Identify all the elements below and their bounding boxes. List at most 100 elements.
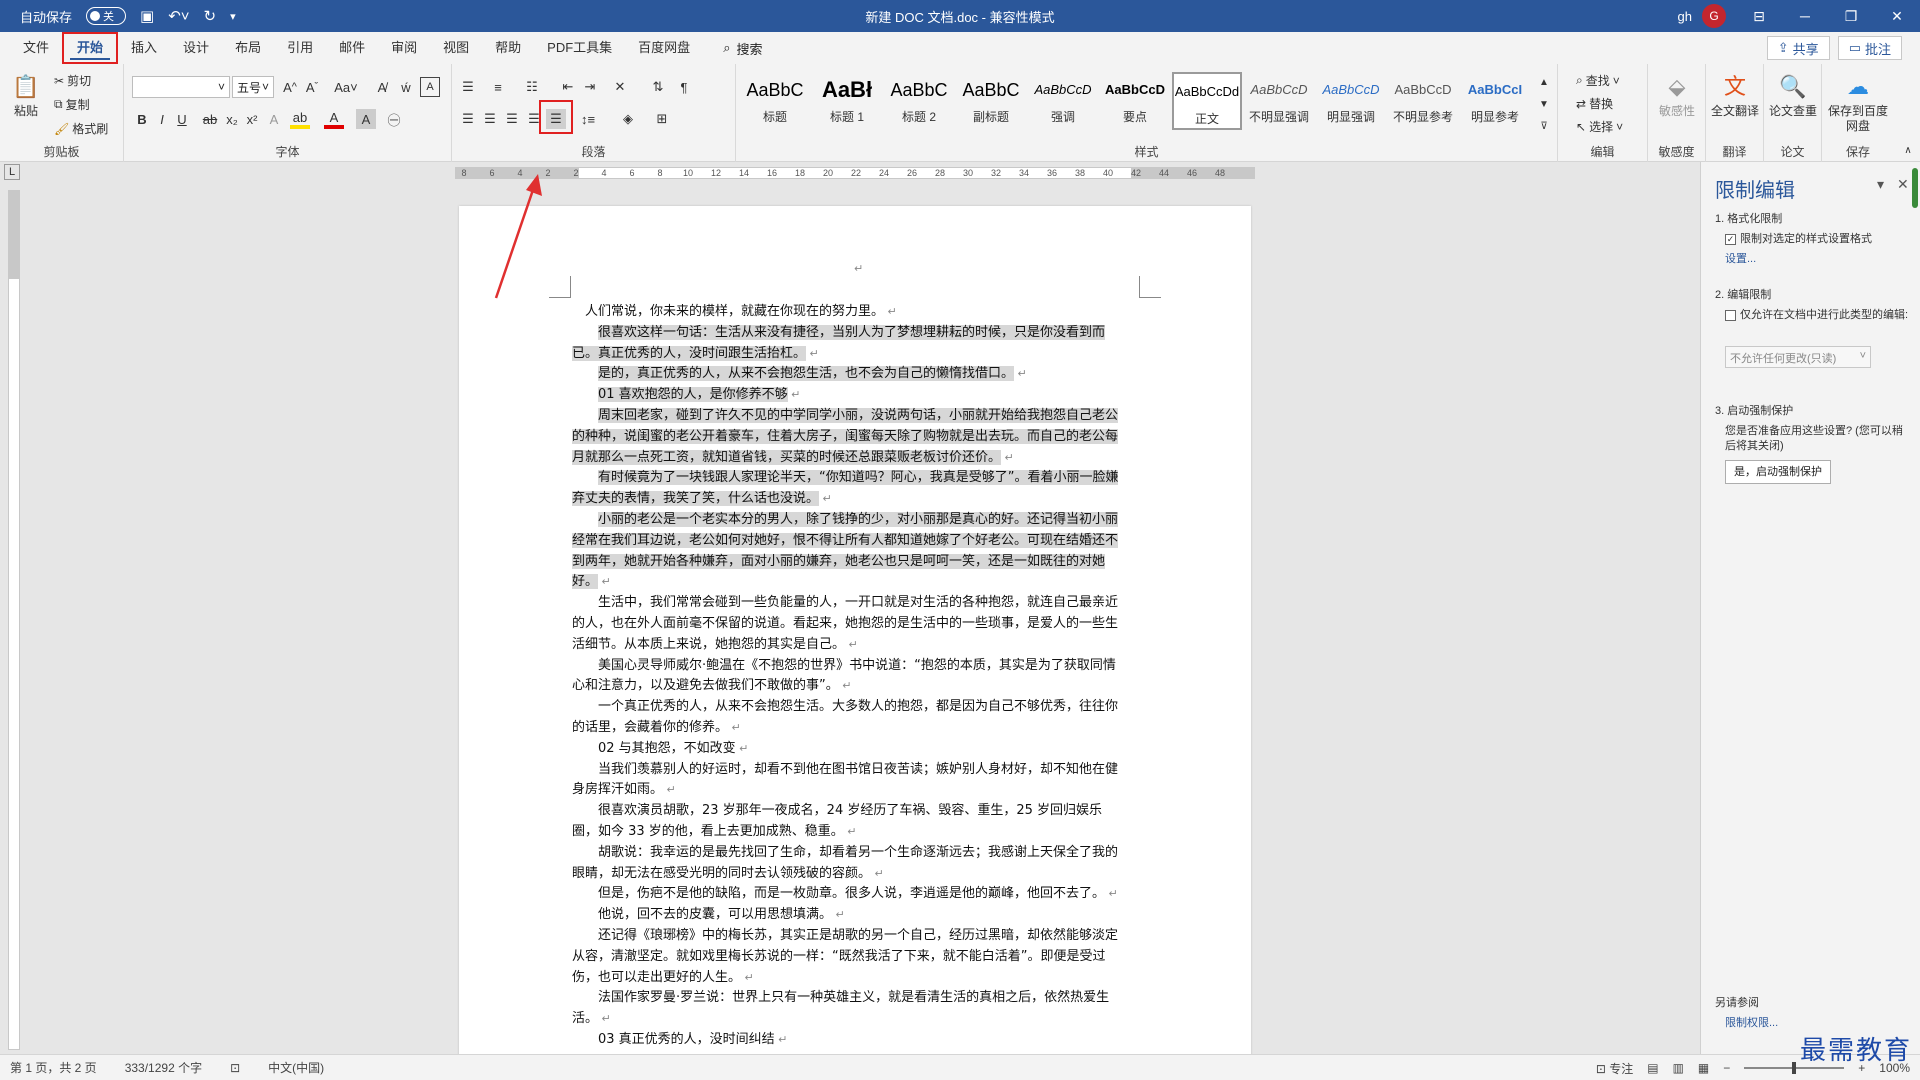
shading-icon[interactable]: ◈: [618, 109, 638, 129]
style-strong[interactable]: AaBbCcD 要点: [1100, 72, 1170, 130]
clear-format-icon[interactable]: A̸: [372, 77, 392, 97]
style-title[interactable]: AaBbC 标题: [740, 72, 810, 130]
font-color-icon[interactable]: A: [324, 109, 344, 129]
sort-icon[interactable]: ⇅: [648, 77, 668, 97]
paste-button[interactable]: 📋 粘贴: [2, 70, 50, 119]
style-normal[interactable]: AaBbCcDd 正文: [1172, 72, 1242, 130]
select-button[interactable]: ↖ 选择 ˅: [1576, 118, 1623, 135]
language[interactable]: 中文(中国): [268, 1059, 324, 1076]
editing-checkbox[interactable]: 仅允许在文档中进行此类型的编辑:: [1725, 308, 1911, 323]
document-page[interactable]: ↵ 人们常说，你未来的模样，就藏在你现在的努力里。 ↵ 很喜欢这样一句话：生活从来…: [459, 206, 1251, 1054]
asian-layout-icon[interactable]: ✕: [610, 77, 630, 97]
style-intense-emphasis[interactable]: AaBbCcD 明显强调: [1316, 72, 1386, 130]
find-button[interactable]: ⌕ 查找 ˅: [1576, 72, 1620, 89]
highlight-color-icon[interactable]: ab: [290, 109, 310, 129]
numbering-icon[interactable]: ≡: [488, 77, 508, 97]
close-icon[interactable]: ✕: [1874, 0, 1920, 32]
document-paragraph[interactable]: 人们常说，你未来的模样，就藏在你现在的努力里。 ↵: [572, 302, 1128, 323]
document-paragraph[interactable]: 美国心灵导师威尔·鲍温在《不抱怨的世界》书中说道：“抱怨的本质，其实是为了获取同…: [572, 656, 1128, 698]
collapse-ribbon-icon[interactable]: ∧: [1898, 140, 1918, 160]
multilevel-list-icon[interactable]: ☷: [522, 77, 542, 97]
borders-icon[interactable]: ⊞: [652, 109, 672, 129]
text-effects-icon[interactable]: A: [264, 109, 284, 129]
tab-layout[interactable]: 布局: [222, 32, 274, 64]
word-count[interactable]: 333/1292 个字: [125, 1059, 202, 1076]
pane-scrollbar[interactable]: [1912, 168, 1918, 208]
document-paragraph[interactable]: 一个真正优秀的人，从来不会抱怨生活。大多数人的抱怨，都是因为自己不够优秀，往往你…: [572, 697, 1128, 739]
document-area[interactable]: ↵ 人们常说，你未来的模样，就藏在你现在的努力里。 ↵ 很喜欢这样一句话：生活从来…: [24, 184, 1700, 1054]
format-painter-button[interactable]: 🖌 格式刷: [54, 120, 108, 137]
enclose-char-icon[interactable]: ㊀: [384, 109, 404, 129]
tab-view[interactable]: 视图: [430, 32, 482, 64]
document-paragraph[interactable]: 胡歌说：我幸运的是最先找回了生命，却看着另一个生命逐渐远去；我感谢上天保全了我的…: [572, 843, 1128, 885]
document-paragraph[interactable]: 生活中，我们常常会碰到一些负能量的人，一开口就是对生活的各种抱怨，就连自己最亲近…: [572, 593, 1128, 655]
tab-insert[interactable]: 插入: [118, 32, 170, 64]
increase-indent-icon[interactable]: ⇥: [580, 77, 600, 97]
show-marks-icon[interactable]: ¶: [674, 77, 694, 97]
bullets-icon[interactable]: ☰: [458, 77, 478, 97]
formatting-checkbox[interactable]: ✓ 限制对选定的样式设置格式: [1725, 230, 1872, 246]
tab-selector-icon[interactable]: L: [4, 164, 20, 180]
underline-icon[interactable]: U: [172, 109, 192, 129]
char-border-icon[interactable]: A: [420, 77, 440, 97]
document-paragraph[interactable]: 是的，真正优秀的人，从来不会抱怨生活，也不会为自己的懒惰找借口。 ↵: [572, 364, 1128, 385]
style-intense-reference[interactable]: AaBbCcI 明显参考: [1460, 72, 1530, 130]
document-paragraph[interactable]: 周末回老家，碰到了许久不见的中学同学小丽，没说两句话，小丽就开始给我抱怨自己老公…: [572, 406, 1128, 468]
ruler-track[interactable]: 8 6 4 2 2 4 6 8 10 12 14 16 18 20 22 24 26 28 30 32 34 36 38 40…: [455, 167, 1255, 179]
comments-button[interactable]: ▭ 批注: [1837, 36, 1902, 60]
tab-home[interactable]: 开始: [62, 32, 119, 64]
customize-toolbar-icon[interactable]: ▾: [230, 10, 236, 23]
style-subtitle[interactable]: AaBbC 副标题: [956, 72, 1026, 130]
focus-button[interactable]: ⊡ 专注: [1596, 1060, 1633, 1077]
tab-references[interactable]: 引用: [274, 32, 326, 64]
phonetic-guide-icon[interactable]: ẃ: [396, 77, 416, 97]
print-layout-icon[interactable]: ▥: [1673, 1061, 1684, 1075]
tab-baidu-netdisk[interactable]: 百度网盘: [625, 32, 703, 64]
styles-more-icon[interactable]: ⊽: [1534, 116, 1554, 136]
document-paragraph[interactable]: 02 与其抱怨，不如改变 ↵: [572, 739, 1128, 760]
translate-button[interactable]: 文全文翻译: [1706, 70, 1764, 119]
tab-design[interactable]: 设计: [170, 32, 222, 64]
tab-file[interactable]: 文件: [10, 32, 62, 64]
read-mode-icon[interactable]: ▤: [1647, 1061, 1658, 1075]
italic-icon[interactable]: I: [152, 109, 172, 129]
document-paragraph[interactable]: 还记得《琅琊榜》中的梅长苏，其实正是胡歌的另一个自己，经历过黑暗，却依然能够淡定…: [572, 926, 1128, 988]
zoom-out-icon[interactable]: −: [1723, 1061, 1730, 1075]
subscript-icon[interactable]: x₂: [222, 109, 242, 129]
document-paragraph[interactable]: 有时候竟为了一块钱跟人家理论半天，“你知道吗？阿心，我真是受够了”。看着小丽一脸…: [572, 468, 1128, 510]
web-layout-icon[interactable]: ▦: [1698, 1061, 1709, 1075]
ribbon-display-icon[interactable]: ⊟: [1736, 0, 1782, 32]
save-icon[interactable]: ▣: [140, 7, 154, 25]
align-left-icon[interactable]: ☰: [458, 109, 478, 129]
proofing-icon[interactable]: ⊡: [230, 1061, 240, 1075]
style-heading1[interactable]: AaBł 标题 1: [812, 72, 882, 130]
replace-button[interactable]: ⇄ 替换: [1576, 95, 1613, 112]
settings-link[interactable]: 设置...: [1725, 250, 1756, 266]
minimize-icon[interactable]: ─: [1782, 0, 1828, 32]
share-button[interactable]: ⇪ 共享: [1766, 36, 1830, 60]
style-heading2[interactable]: AaBbC 标题 2: [884, 72, 954, 130]
document-paragraph[interactable]: 很喜欢这样一句话：生活从来没有捷径，当别人为了梦想埋耕耘的时候，只是你没看到而已…: [572, 323, 1128, 365]
page-count[interactable]: 第 1 页，共 2 页: [10, 1059, 97, 1076]
styles-scroll-down-icon[interactable]: ▼: [1534, 94, 1554, 114]
style-emphasis[interactable]: AaBbCcD 强调: [1028, 72, 1098, 130]
document-paragraph[interactable]: 法国作家罗曼·罗兰说：世界上只有一种英雄主义，就是看清生活的真相之后，依然热爱生…: [572, 988, 1128, 1030]
style-subtle-reference[interactable]: AaBbCcD 不明显参考: [1388, 72, 1458, 130]
restrict-permission-link[interactable]: 限制权限...: [1725, 1014, 1778, 1030]
document-paragraph[interactable]: 他说，回不去的皮囊，可以用思想填满。 ↵: [572, 905, 1128, 926]
pane-options-icon[interactable]: ▾: [1877, 176, 1884, 193]
font-size-combo[interactable]: 五号 ˅: [232, 76, 274, 98]
align-center-icon[interactable]: ☰: [480, 109, 500, 129]
document-paragraph[interactable]: 小丽的老公是一个老实本分的男人，除了钱挣的少，对小丽那是真心的好。还记得当初小丽…: [572, 510, 1128, 593]
style-subtle-emphasis[interactable]: AaBbCcD 不明显强调: [1244, 72, 1314, 130]
paper-check-button[interactable]: 🔍 论文查重: [1764, 70, 1822, 119]
copy-button[interactable]: ⧉ 复制: [54, 96, 90, 113]
tab-review[interactable]: 审阅: [378, 32, 430, 64]
tab-mailings[interactable]: 邮件: [326, 32, 378, 64]
redo-icon[interactable]: ↻: [204, 7, 217, 25]
start-enforcing-button[interactable]: 是，启动强制保护: [1725, 460, 1831, 484]
document-paragraph[interactable]: 当我们羡慕别人的好运时，却看不到他在图书馆日夜苦读；嫉妒别人身材好，却不知他在健…: [572, 760, 1128, 802]
align-right-icon[interactable]: ☰: [502, 109, 522, 129]
grow-font-icon[interactable]: A ^: [280, 77, 300, 97]
line-spacing-icon[interactable]: ↕≡: [578, 109, 598, 129]
